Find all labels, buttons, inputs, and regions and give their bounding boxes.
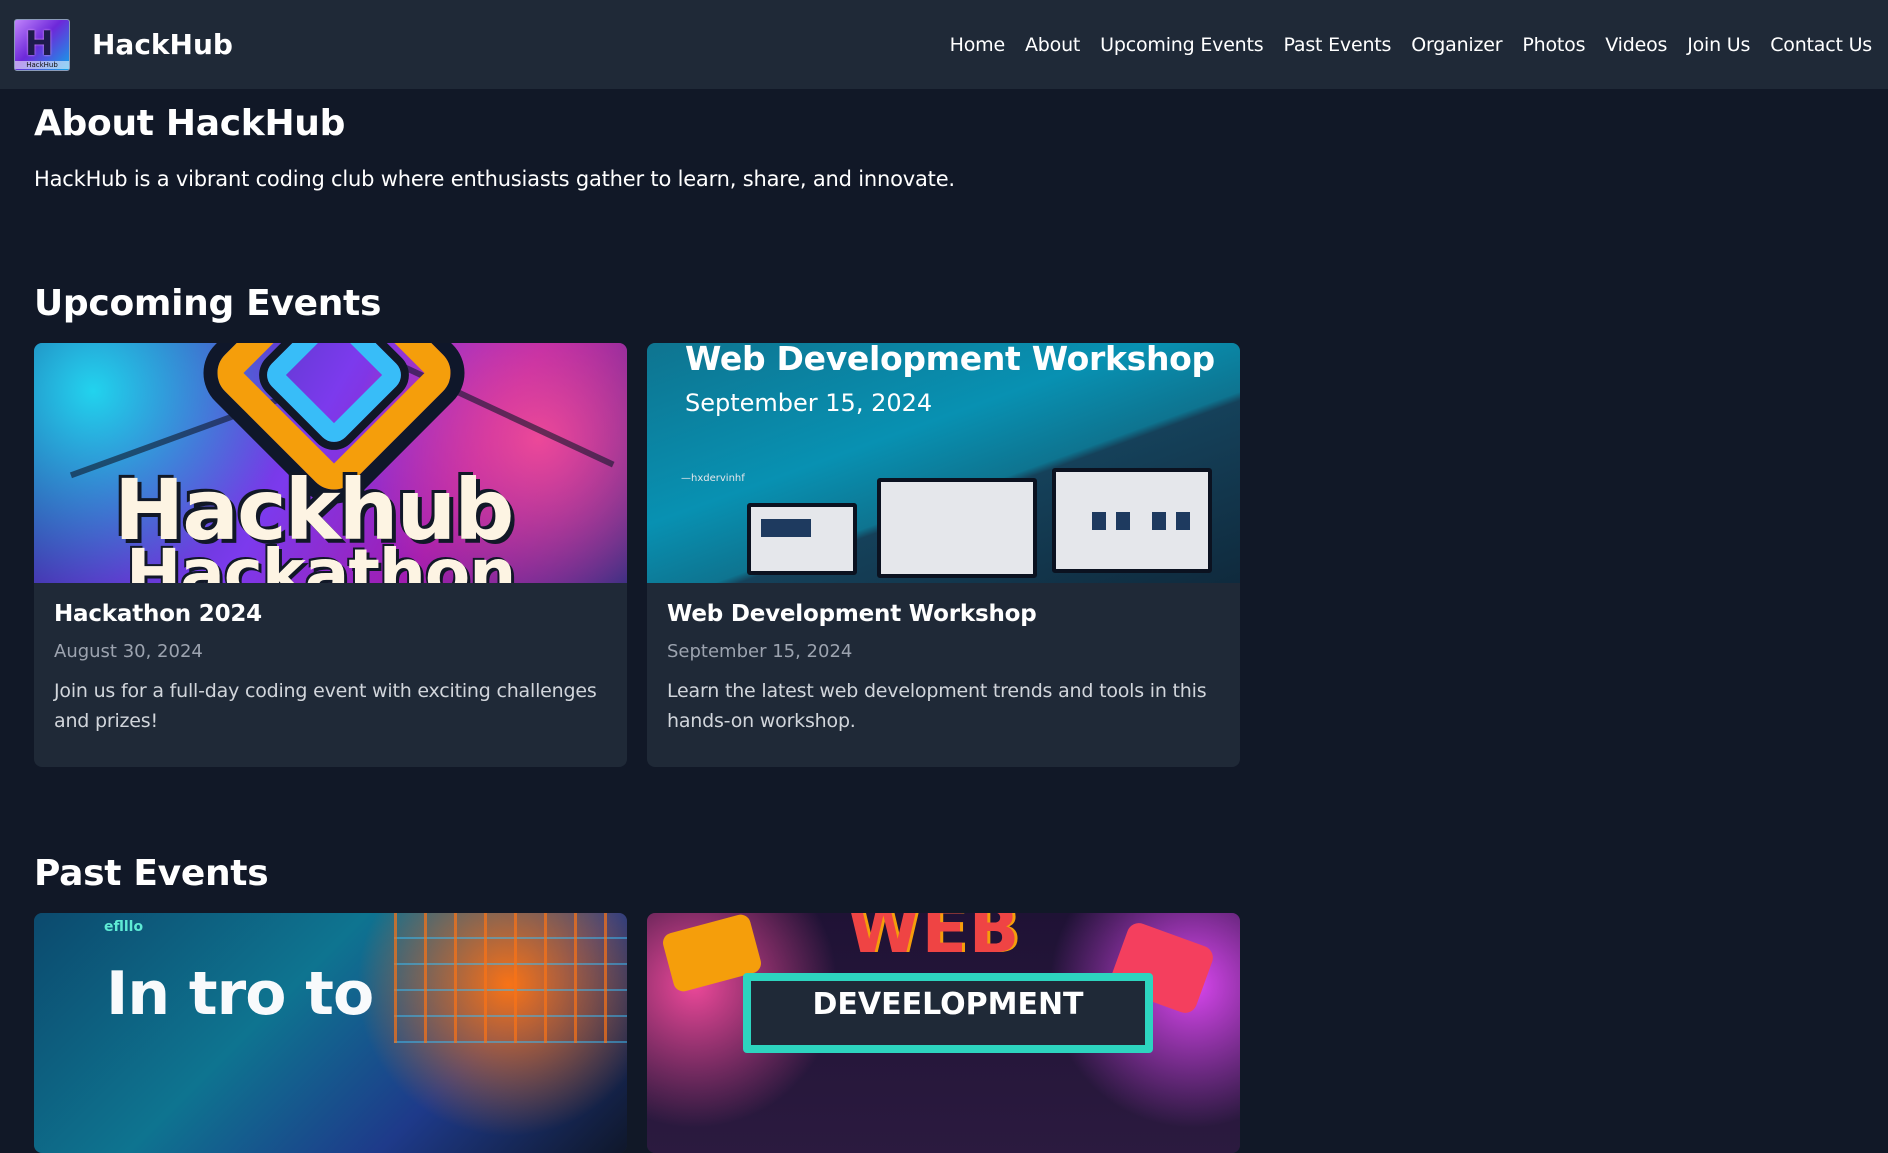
logo-glyph: H [25,23,54,64]
about-title: About HackHub [34,103,346,144]
brand-name[interactable]: HackHub [92,28,233,61]
event-card-web-workshop[interactable]: Web Development Workshop September 15, 2… [647,343,1240,767]
navbar: H HackHub HackHub Home About Upcoming Ev… [0,0,1888,89]
event-card-hackathon[interactable]: Hackhub Hackathon Hackathon 2024 August … [34,343,627,767]
grid-lines [394,913,627,1043]
past-event-card-web-dev[interactable]: WEB DEVEELOPMENT [647,913,1240,1153]
image-text: WEB [847,913,1022,968]
image-logo-text: eflllo [104,919,144,935]
event-description: Join us for a full-day coding event with… [54,680,597,732]
event-title: Hackathon 2024 [54,601,262,627]
nav-link-join-us[interactable]: Join Us [1687,34,1750,56]
image-text: In tro to [106,959,374,1029]
brand[interactable]: H HackHub HackHub [14,18,233,71]
image-text: —hxdervinhf [681,473,745,484]
nav-link-upcoming-events[interactable]: Upcoming Events [1100,34,1263,56]
web-workshop-image: Web Development Workshop September 15, 2… [647,343,1240,583]
event-title: Web Development Workshop [667,601,1037,627]
image-text: Web Development Workshop [685,343,1215,378]
web-dev-image: WEB DEVEELOPMENT [647,913,1240,1153]
logo-caption: HackHub [15,60,69,69]
intro-image: eflllo In tro to [34,913,627,1153]
image-frame: DEVEELOPMENT [743,973,1153,1053]
upcoming-events-list: Hackhub Hackathon Hackathon 2024 August … [34,343,1260,767]
monitor-illustration [877,478,1037,578]
event-date: September 15, 2024 [667,641,853,662]
nav-link-organizer[interactable]: Organizer [1411,34,1502,56]
nav-link-home[interactable]: Home [950,34,1006,56]
hackathon-image: Hackhub Hackathon [34,343,627,583]
card-body: Web Development Workshop September 15, 2… [647,583,1240,736]
nav-link-videos[interactable]: Videos [1605,34,1667,56]
nav-link-past-events[interactable]: Past Events [1283,34,1391,56]
nav-link-contact-us[interactable]: Contact Us [1770,34,1872,56]
event-date: August 30, 2024 [54,641,203,662]
monitor-illustration [747,503,857,575]
brand-logo[interactable]: H HackHub [14,18,70,71]
monitor-illustration [1052,468,1212,573]
about-text: HackHub is a vibrant coding club where e… [34,167,955,191]
image-text: September 15, 2024 [685,389,933,417]
event-description: Learn the latest web development trends … [667,680,1207,732]
image-text: DEVEELOPMENT [812,987,1084,1022]
image-text: Hackathon [126,535,516,583]
past-events-title: Past Events [34,853,269,894]
past-event-card-intro[interactable]: eflllo In tro to [34,913,627,1153]
nav-links: Home About Upcoming Events Past Events O… [930,34,1873,56]
nav-link-about[interactable]: About [1025,34,1080,56]
upcoming-events-title: Upcoming Events [34,283,382,324]
nav-link-photos[interactable]: Photos [1522,34,1585,56]
past-events-list: eflllo In tro to WEB DEVEELOPMENT [34,913,1260,1153]
card-body: Hackathon 2024 August 30, 2024 Join us f… [34,583,627,736]
